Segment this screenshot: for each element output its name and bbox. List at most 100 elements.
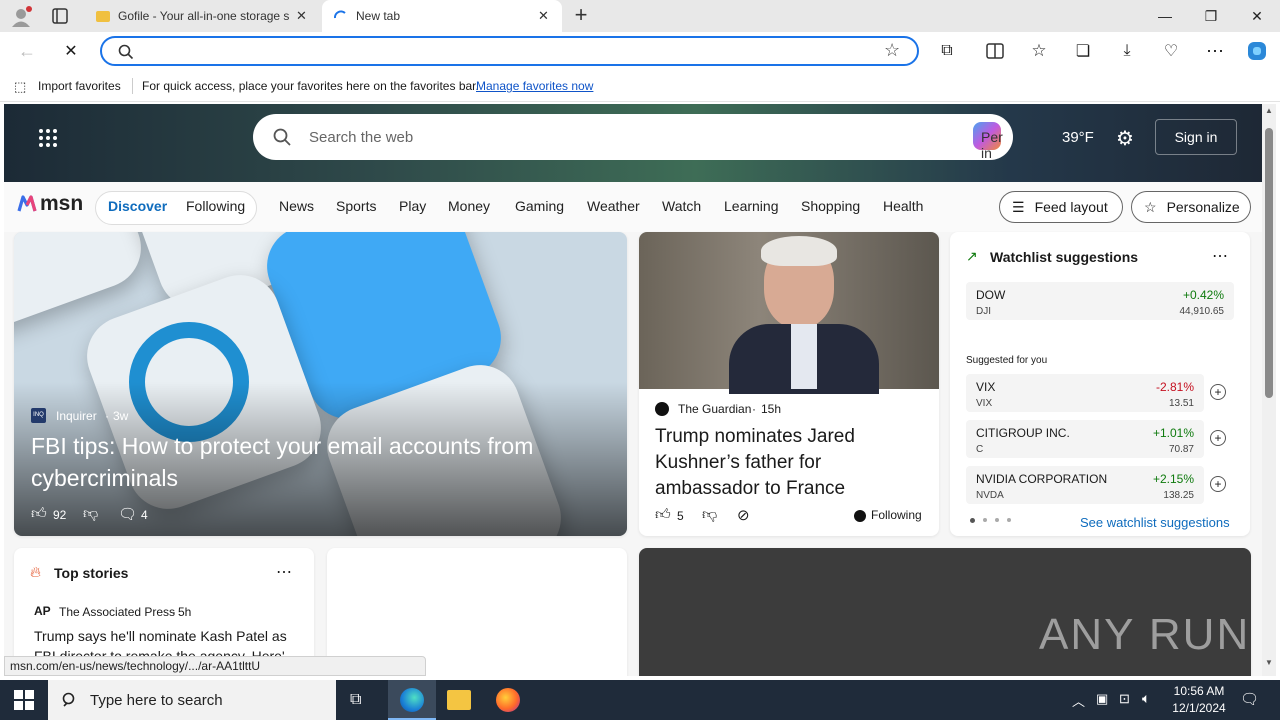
collections-icon[interactable]: ❏ xyxy=(1072,40,1094,62)
hide-story-icon[interactable]: ⊘ xyxy=(737,506,750,524)
temperature[interactable]: 39°F xyxy=(1062,129,1094,146)
category-watch[interactable]: Watch xyxy=(662,198,701,214)
category-news[interactable]: News xyxy=(279,198,314,214)
category-weather[interactable]: Weather xyxy=(587,198,640,214)
see-watchlist-link[interactable]: See watchlist suggestions xyxy=(1080,515,1230,530)
hero-article-card[interactable]: INQ Inquirer · 3w FBI tips: How to prote… xyxy=(14,232,627,536)
tab-discover[interactable]: Discover xyxy=(108,198,167,214)
clock-time[interactable]: 10:56 AM xyxy=(1169,684,1229,698)
taskbar-search-input[interactable]: Type here to search xyxy=(90,692,223,709)
msn-logo[interactable]: msn xyxy=(16,192,83,216)
ap-logo-icon: AP xyxy=(34,604,51,618)
taskbar-search-box[interactable]: Type here to search xyxy=(48,680,336,720)
downloads-icon[interactable]: ⤓ xyxy=(1116,40,1138,62)
tab-new-tab[interactable]: New tab ✕ xyxy=(322,0,562,32)
favorites-icon[interactable]: ☆ xyxy=(1028,40,1050,62)
category-shopping[interactable]: Shopping xyxy=(801,198,860,214)
sparkle-star-icon: ☆ xyxy=(1144,198,1157,215)
side-headline[interactable]: Trump nominates Jared Kushner’s father f… xyxy=(655,424,925,502)
stock-row-nvidia[interactable]: NVIDIA CORPORATION NVDA +2.15% 138.25 xyxy=(966,466,1204,504)
like-icon[interactable]: 👍︎ xyxy=(31,505,47,523)
web-search-box[interactable]: Search the web Per in xyxy=(253,114,1013,161)
carousel-dot[interactable] xyxy=(970,518,975,523)
split-screen-icon[interactable] xyxy=(984,40,1006,62)
browser-essentials-icon[interactable]: ♡ xyxy=(1160,40,1182,62)
close-tab-icon[interactable]: ✕ xyxy=(538,8,549,24)
scroll-up-arrow-icon[interactable]: ▲ xyxy=(1265,106,1273,115)
import-favorites-icon[interactable]: ⬚ xyxy=(14,79,26,95)
stock-row-citigroup[interactable]: CITIGROUP INC. C +1.01% 70.87 xyxy=(966,420,1204,458)
category-sports[interactable]: Sports xyxy=(336,198,376,214)
copilot-icon[interactable] xyxy=(1246,40,1268,62)
back-arrow-icon[interactable]: ← xyxy=(16,40,38,62)
close-window-button[interactable]: ✕ xyxy=(1234,0,1280,32)
top-stories-more-icon[interactable]: ⋯ xyxy=(276,562,292,582)
following-label[interactable]: Following xyxy=(871,508,922,522)
comment-icon[interactable]: 🗨︎ xyxy=(118,505,137,523)
tab-actions-icon[interactable] xyxy=(52,8,68,24)
network-icon[interactable]: ⊡ xyxy=(1119,691,1130,707)
hero-background: Search the web Per in 39°F ⚙ Sign in xyxy=(4,104,1262,182)
task-view-icon[interactable]: ⧉ xyxy=(350,691,361,709)
tab-title: New tab xyxy=(356,9,401,23)
tray-app-icon[interactable]: ▣ xyxy=(1096,691,1108,707)
settings-gear-icon[interactable]: ⚙ xyxy=(1116,126,1134,151)
extensions-icon[interactable]: ⧉ xyxy=(936,40,958,62)
tab-following[interactable]: Following xyxy=(186,198,245,214)
restore-button[interactable]: ❐ xyxy=(1188,0,1234,32)
profile-icon[interactable] xyxy=(10,6,32,28)
volume-icon[interactable]: 🔈︎ xyxy=(1142,690,1150,707)
carousel-dot[interactable] xyxy=(1007,518,1011,522)
category-learning[interactable]: Learning xyxy=(724,198,779,214)
page-scrollbar-track[interactable]: ▲ ▼ xyxy=(1262,104,1276,676)
close-tab-icon[interactable]: ✕ xyxy=(296,8,307,24)
address-bar[interactable]: ☆ xyxy=(100,36,919,66)
show-hidden-icons-icon[interactable]: ︿ xyxy=(1072,691,1085,710)
sign-in-button[interactable]: Sign in xyxy=(1155,119,1237,155)
feed-layout-button[interactable]: ☰ Feed layout xyxy=(999,191,1123,223)
file-explorer-icon[interactable] xyxy=(447,690,471,710)
category-play[interactable]: Play xyxy=(399,198,426,214)
import-favorites-button[interactable]: Import favorites xyxy=(38,79,121,93)
personalize-button[interactable]: ☆ Personalize xyxy=(1131,191,1251,223)
stock-symbol: DJI xyxy=(976,306,991,317)
more-menu-icon[interactable]: ⋯ xyxy=(1204,40,1226,62)
favorite-star-icon[interactable]: ☆ xyxy=(884,40,900,61)
windows-start-icon[interactable] xyxy=(14,690,34,710)
add-stock-icon[interactable]: + xyxy=(1210,430,1226,446)
minimize-button[interactable]: — xyxy=(1142,0,1188,32)
scrollbar-thumb[interactable] xyxy=(1265,128,1273,398)
category-gaming[interactable]: Gaming xyxy=(515,198,564,214)
clock-date[interactable]: 12/1/2024 xyxy=(1166,701,1232,715)
apps-grid-icon[interactable] xyxy=(38,128,58,148)
stock-row-vix[interactable]: VIX VIX -2.81% 13.51 xyxy=(966,374,1204,412)
stock-price: 44,910.65 xyxy=(1179,306,1225,317)
stock-row-dow[interactable]: DOW DJI +0.42% 44,910.65 xyxy=(966,282,1234,320)
story-age: 5h xyxy=(178,605,192,619)
dislike-icon[interactable]: 👎︎ xyxy=(702,506,717,524)
carousel-dot[interactable] xyxy=(983,518,987,522)
web-search-input[interactable]: Search the web xyxy=(309,129,413,146)
feed-layout-label: Feed layout xyxy=(1034,199,1108,215)
search-overlay-text: Per in xyxy=(981,129,1003,161)
scroll-down-arrow-icon[interactable]: ▼ xyxy=(1265,658,1273,667)
watchlist-more-icon[interactable]: ⋯ xyxy=(1212,246,1228,266)
hero-headline[interactable]: FBI tips: How to protect your email acco… xyxy=(31,430,601,494)
firefox-icon[interactable] xyxy=(496,688,520,712)
side-article-card[interactable]: The Guardian · 15h Trump nominates Jared… xyxy=(639,232,939,536)
category-money[interactable]: Money xyxy=(448,198,490,214)
category-health[interactable]: Health xyxy=(883,198,923,214)
hero-comments: 4 xyxy=(141,508,148,522)
dislike-icon[interactable]: 👎︎ xyxy=(83,505,98,523)
add-stock-icon[interactable]: + xyxy=(1210,384,1226,400)
add-stock-icon[interactable]: + xyxy=(1210,476,1226,492)
edge-app-icon[interactable] xyxy=(388,680,436,720)
carousel-dot[interactable] xyxy=(995,518,999,522)
manage-favorites-link[interactable]: Manage favorites now xyxy=(476,79,593,93)
stop-loading-icon[interactable]: ✕ xyxy=(60,40,82,62)
carousel-dots[interactable] xyxy=(970,518,1011,523)
notifications-icon[interactable]: 🗨︎ xyxy=(1240,690,1259,708)
like-icon[interactable]: 👍︎ xyxy=(655,506,671,524)
new-tab-button[interactable]: + xyxy=(570,4,592,27)
tab-gofile[interactable]: Gofile - Your all-in-one storage s ✕ xyxy=(86,0,322,32)
